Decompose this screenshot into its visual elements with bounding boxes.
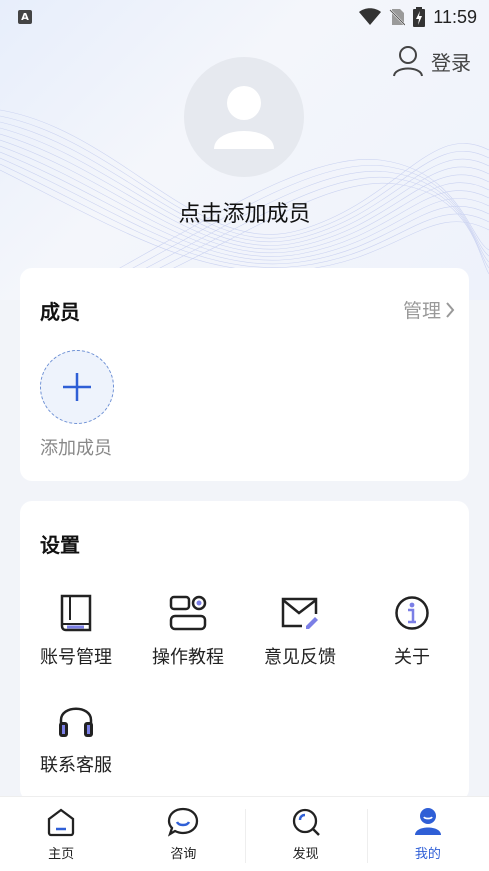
- setting-customer-service[interactable]: 联系客服: [20, 701, 132, 777]
- setting-label: 联系客服: [40, 755, 112, 776]
- battery-charging-icon: [413, 7, 426, 27]
- manage-link[interactable]: 管理: [403, 296, 455, 323]
- members-title: 成员: [40, 300, 80, 324]
- tab-home[interactable]: 主页: [0, 797, 122, 871]
- setting-label: 关于: [394, 647, 430, 668]
- tab-divider: [244, 809, 246, 863]
- tab-consult[interactable]: 咨询: [122, 797, 244, 871]
- setting-label: 意见反馈: [264, 647, 336, 668]
- login-label: 登录: [431, 50, 471, 75]
- discover-icon: [292, 808, 320, 836]
- default-avatar-icon: [214, 86, 274, 149]
- tab-label: 发现: [292, 847, 319, 862]
- header-background: A 11:59 登录 点击添加成员: [0, 0, 489, 300]
- info-icon: [395, 596, 429, 630]
- setting-tutorial[interactable]: 操作教程: [132, 593, 244, 669]
- add-member-button[interactable]: [40, 350, 114, 424]
- add-member-title[interactable]: 点击添加成员: [0, 196, 489, 228]
- status-time: 11:59: [433, 6, 477, 27]
- settings-title: 设置: [40, 533, 80, 557]
- headphones-icon: [59, 707, 93, 737]
- tab-divider: [366, 809, 368, 863]
- chat-icon: [168, 807, 199, 837]
- user-outline-icon: [393, 46, 423, 77]
- tutorial-icon: [169, 595, 207, 631]
- members-card: 成员 管理 添加成员: [20, 268, 469, 481]
- setting-account-management[interactable]: 账号管理: [20, 593, 132, 669]
- profile-icon: [414, 808, 441, 835]
- login-button[interactable]: 登录: [391, 44, 471, 78]
- plus-icon: [63, 373, 91, 401]
- setting-feedback[interactable]: 意见反馈: [244, 593, 356, 669]
- setting-about[interactable]: 关于: [356, 593, 468, 669]
- setting-label: 账号管理: [40, 647, 112, 668]
- chevron-right-icon: [446, 301, 455, 318]
- tab-label: 我的: [414, 847, 441, 862]
- manage-label: 管理: [402, 300, 441, 322]
- feedback-mail-icon: [281, 597, 318, 629]
- app-notification-icon: A: [18, 10, 32, 24]
- tab-discover[interactable]: 发现: [244, 797, 367, 871]
- wifi-icon: [359, 8, 382, 25]
- settings-card: 设置 账号管理 操作教程 意见反馈 关于 联系客服: [20, 501, 469, 801]
- status-bar: A 11:59: [0, 0, 489, 34]
- add-member-label: 添加成员: [40, 438, 112, 459]
- setting-label: 操作教程: [152, 647, 224, 668]
- tab-label: 咨询: [170, 847, 197, 862]
- home-icon: [47, 808, 75, 837]
- tab-label: 主页: [48, 847, 75, 862]
- tab-mine[interactable]: 我的: [366, 797, 489, 871]
- book-icon: [60, 594, 92, 632]
- no-sim-icon: [389, 9, 406, 26]
- bottom-tab-bar: 主页 咨询 发现 我的: [0, 796, 489, 871]
- avatar[interactable]: [184, 57, 304, 177]
